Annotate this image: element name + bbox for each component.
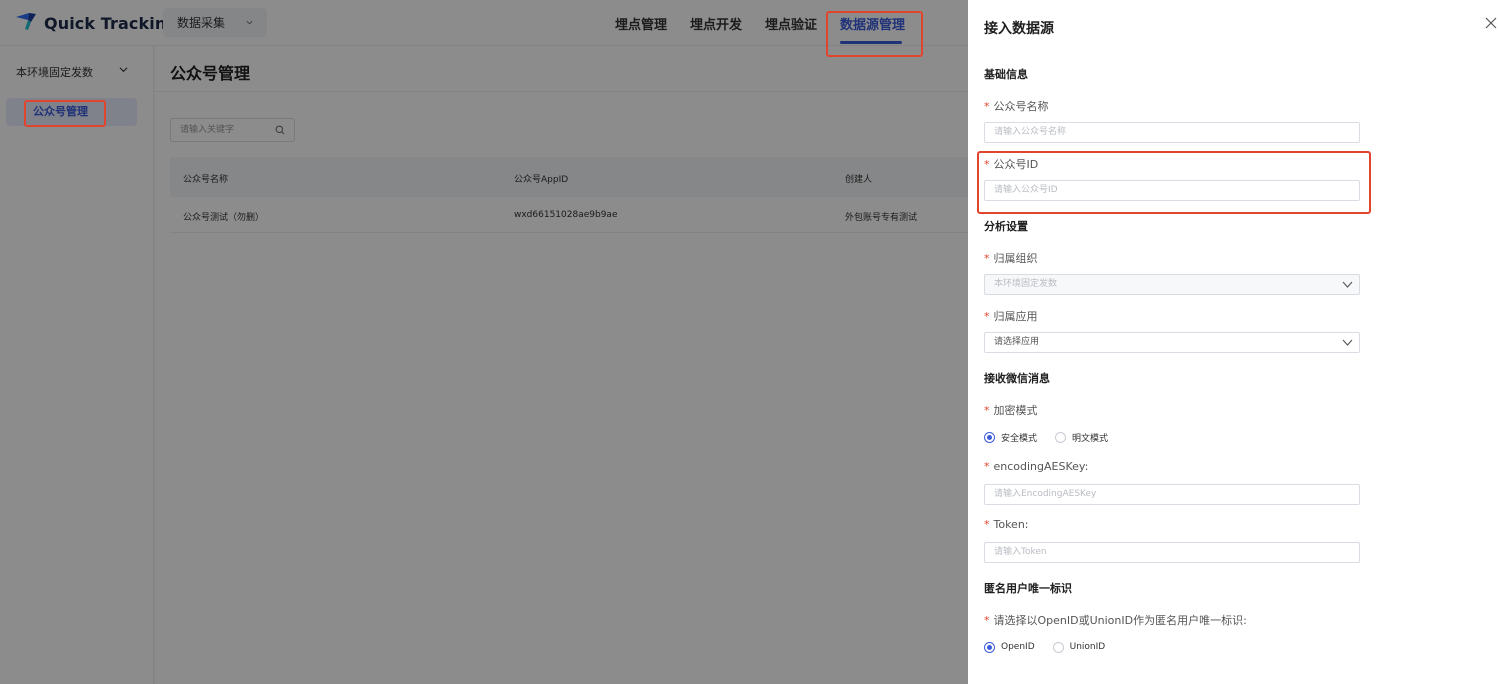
highlight-box [24, 100, 106, 127]
account-name-label: * 公众号名称 [984, 100, 1049, 113]
app-select[interactable]: 请选择应用 [984, 332, 1360, 353]
chevron-down-icon [1342, 281, 1353, 288]
account-name-input[interactable]: 请输入公众号名称 [984, 122, 1360, 143]
highlight-box [977, 151, 1371, 214]
app-label: * 归属应用 [984, 310, 1038, 323]
radio-label[interactable]: UnionID [1070, 642, 1106, 652]
org-select[interactable]: 本环境固定发数 [984, 274, 1360, 295]
radio-openid[interactable] [984, 641, 995, 653]
connect-datasource-drawer: 接入数据源 基础信息 * 公众号名称 请输入公众号名称 * 公众号ID 请输入公众号… [968, 0, 1500, 684]
org-label: * 归属组织 [984, 252, 1038, 265]
radio-unionid[interactable] [1052, 641, 1064, 653]
section-basic-info: 基础信息 [984, 68, 1028, 81]
id-type-radio-group: OpenID UnionID [984, 640, 1123, 654]
encrypt-mode-label: * 加密模式 [984, 404, 1038, 417]
radio-label[interactable]: 安全模式 [1001, 431, 1037, 444]
aes-key-input[interactable]: 请输入EncodingAESKey [984, 484, 1360, 505]
modal-mask[interactable] [0, 0, 968, 684]
encrypt-mode-radio-group: 安全模式 明文模式 [984, 430, 1126, 444]
aes-key-label: * encodingAESKey: [984, 460, 1089, 473]
section-analysis-settings: 分析设置 [984, 220, 1028, 233]
section-anonymous-id: 匿名用户唯一标识 [984, 582, 1072, 595]
token-input[interactable]: 请输入Token [984, 542, 1360, 563]
id-type-label: * 请选择以OpenID或UnionID作为匿名用户唯一标识: [984, 614, 1247, 627]
radio-safe-mode[interactable] [984, 431, 995, 443]
drawer-title: 接入数据源 [984, 21, 1054, 37]
radio-label[interactable]: OpenID [1001, 642, 1035, 652]
token-label: * Token: [984, 518, 1029, 531]
radio-label[interactable]: 明文模式 [1072, 431, 1108, 444]
radio-plain-mode[interactable] [1055, 431, 1067, 443]
section-wechat-messages: 接收微信消息 [984, 372, 1050, 385]
highlight-box [826, 11, 923, 57]
close-icon[interactable] [1485, 17, 1497, 29]
chevron-down-icon [1342, 339, 1353, 346]
